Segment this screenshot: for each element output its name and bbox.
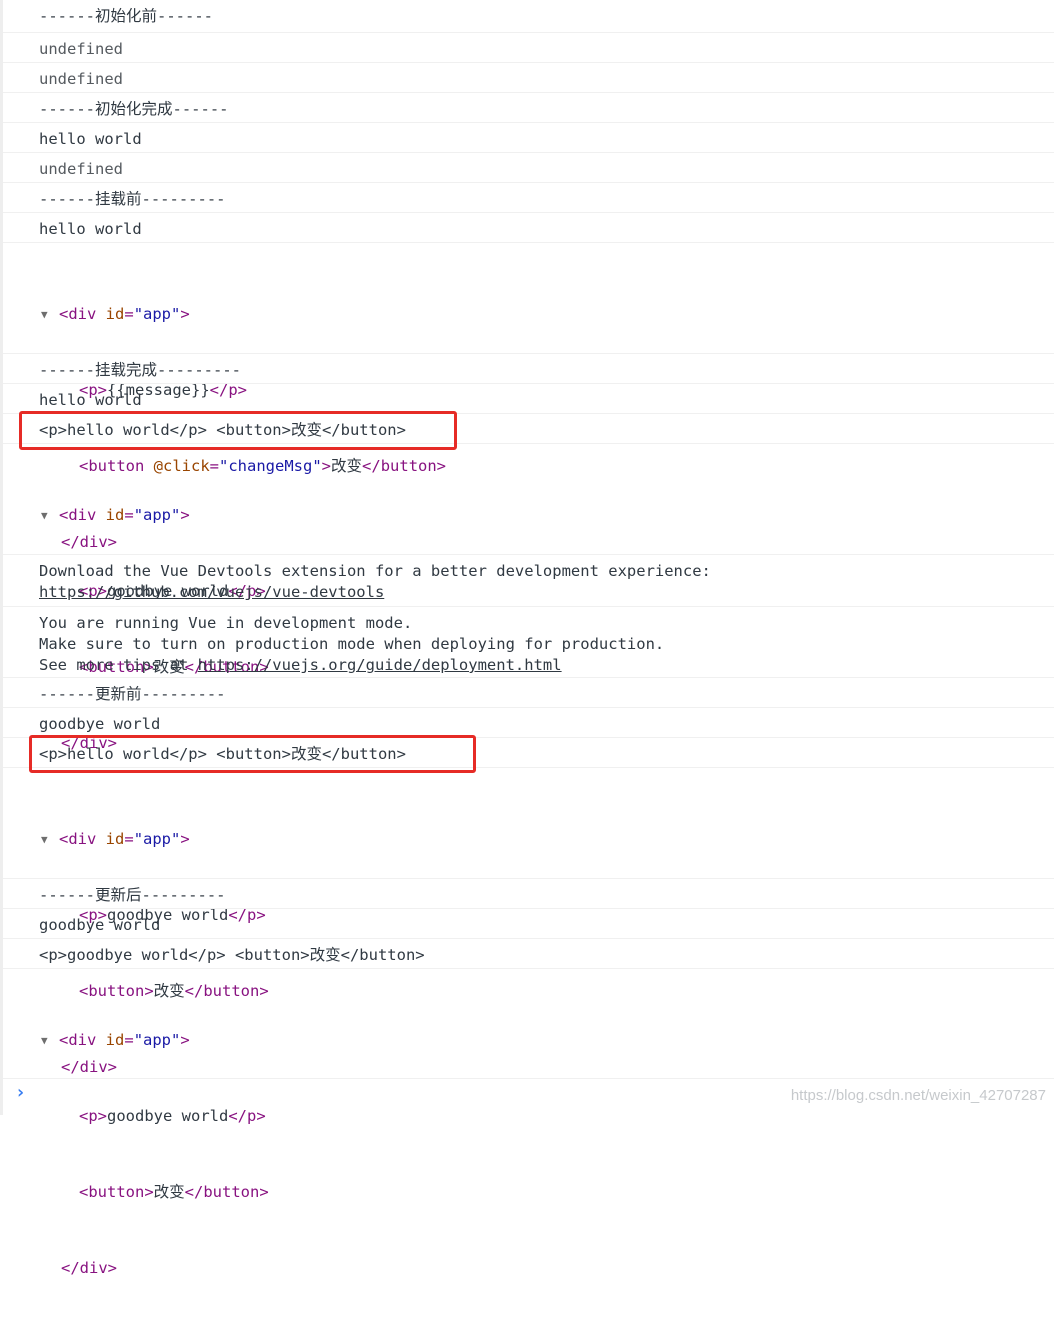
- tag-gt: >: [180, 1030, 190, 1049]
- console-message: Download the Vue Devtools extension for …: [3, 555, 1054, 607]
- tag-gt: >: [180, 304, 190, 323]
- p-text: goodbye world: [107, 1107, 229, 1126]
- log-text: ------更新后---------: [39, 886, 226, 904]
- console-message: hello world: [3, 384, 1054, 414]
- log-text: hello world: [39, 391, 142, 409]
- div-close: </div>: [61, 1259, 117, 1278]
- console-dom-node[interactable]: ▼ <div id="app"> <p>{{message}}</p> <butt…: [3, 243, 1054, 551]
- log-text: undefined: [39, 70, 123, 88]
- console-panel: ------初始化前------ undefined undefined ---…: [0, 0, 1054, 1277]
- attr-eq: =: [124, 505, 134, 524]
- log-text: ------挂载前---------: [39, 190, 226, 208]
- console-message: <p>goodbye world</p> <button>改变</button>: [3, 939, 1054, 969]
- log-text: You are running Vue in development mode.: [39, 614, 413, 632]
- attr-eq: =: [124, 304, 134, 323]
- expand-triangle-icon[interactable]: ▼: [41, 1028, 59, 1053]
- watermark: https://blog.csdn.net/weixin_42707287: [790, 1087, 1046, 1104]
- console-message: goodbye world: [3, 708, 1054, 738]
- log-text: undefined: [39, 40, 123, 58]
- dev-mode-message: You are running Vue in development mode.…: [39, 613, 664, 676]
- attr-eq: =: [124, 1030, 134, 1049]
- log-text: goodbye world: [39, 916, 161, 934]
- attr-value: "app": [133, 1030, 181, 1049]
- tag-open: <div: [59, 505, 97, 524]
- console-dom-node[interactable]: ▼ <div id="app"> <p>goodbye world</p> <bu…: [3, 969, 1054, 1277]
- console-message: ------初始化前------: [3, 0, 1054, 33]
- attr-eq: =: [124, 829, 134, 848]
- expand-triangle-icon[interactable]: ▼: [41, 827, 59, 852]
- log-text: undefined: [39, 160, 123, 178]
- expand-triangle-icon[interactable]: ▼: [41, 503, 59, 528]
- console-message: undefined: [3, 153, 1054, 183]
- button-close: </button>: [184, 1183, 269, 1202]
- console-message: hello world: [3, 213, 1054, 243]
- console-message: ------更新前---------: [3, 678, 1054, 708]
- attr-name: id: [105, 505, 125, 524]
- console-message: ------初始化完成------: [3, 93, 1054, 123]
- button-text: 改变: [153, 1183, 185, 1202]
- log-text: ------初始化完成------: [39, 100, 229, 118]
- log-text: <p>goodbye world</p> <button>改变</button>: [39, 946, 425, 964]
- log-text: hello world: [39, 220, 142, 238]
- devtools-link[interactable]: https://github.com/vuejs/vue-devtools: [39, 583, 384, 601]
- tag-gt: >: [180, 505, 190, 524]
- log-text: ------更新前---------: [39, 685, 226, 703]
- attr-name: id: [105, 1030, 125, 1049]
- console-dom-node[interactable]: ▼ <div id="app"> <p>goodbye world</p> <bu…: [3, 444, 1054, 752]
- tag-open: <div: [59, 1030, 97, 1049]
- dom-tree: ▼ <div id="app"> <p>goodbye world</p> <bu…: [41, 977, 269, 1332]
- console-prompt-icon[interactable]: ›: [15, 1082, 26, 1103]
- p-close: </p>: [228, 1107, 266, 1126]
- deployment-link[interactable]: https://vuejs.org/guide/deployment.html: [198, 656, 562, 674]
- attr-value: "app": [133, 829, 181, 848]
- highlight-box: [29, 735, 476, 773]
- log-text: ------初始化前------: [39, 7, 213, 25]
- log-text: Make sure to turn on production mode whe…: [39, 635, 665, 653]
- console-message: ------更新后---------: [3, 879, 1054, 909]
- console-message: ------挂载前---------: [3, 183, 1054, 213]
- devtools-message: Download the Vue Devtools extension for …: [39, 561, 711, 603]
- attr-name: id: [105, 829, 125, 848]
- console-dom-node[interactable]: ▼ <div id="app"> <p>goodbye world</p> <bu…: [3, 768, 1054, 1076]
- console-message: goodbye world: [3, 909, 1054, 939]
- console-message: undefined: [3, 33, 1054, 63]
- tag-open: <div: [59, 304, 97, 323]
- attr-value: "app": [133, 304, 181, 323]
- console-message: You are running Vue in development mode.…: [3, 607, 1054, 678]
- attr-value: "app": [133, 505, 181, 524]
- log-text: Download the Vue Devtools extension for …: [39, 562, 711, 580]
- log-text: hello world: [39, 130, 142, 148]
- log-text: ------挂载完成---------: [39, 361, 241, 379]
- log-text: See more tips at: [39, 656, 198, 674]
- console-message: hello world: [3, 123, 1054, 153]
- expand-triangle-icon[interactable]: ▼: [41, 302, 59, 327]
- attr-name: id: [105, 304, 125, 323]
- tag-open: <div: [59, 829, 97, 848]
- tag-gt: >: [180, 829, 190, 848]
- log-text: goodbye world: [39, 715, 161, 733]
- button-open: <button>: [79, 1183, 154, 1202]
- highlight-box: [19, 411, 457, 450]
- console-message: ------挂载完成---------: [3, 354, 1054, 384]
- console-message: undefined: [3, 63, 1054, 93]
- p-open: <p>: [79, 1107, 107, 1126]
